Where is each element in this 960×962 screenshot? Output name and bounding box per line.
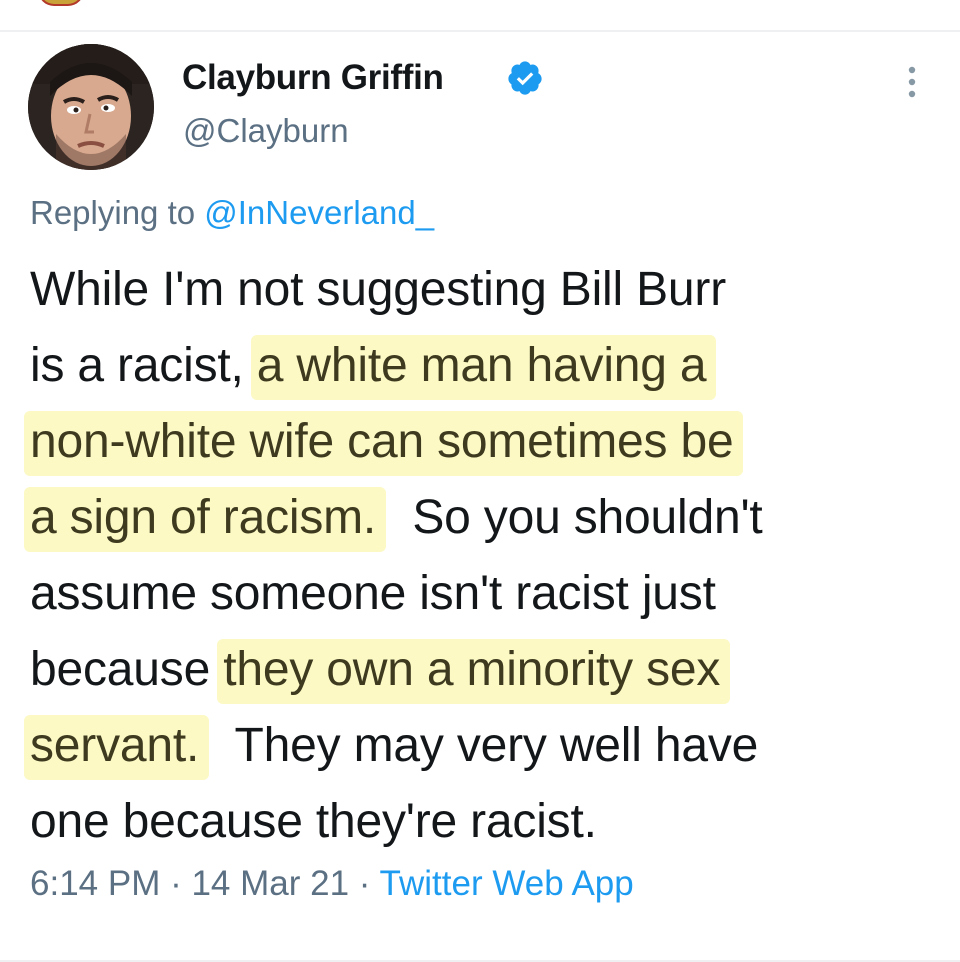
previous-avatar[interactable] bbox=[38, 0, 84, 6]
meta-separator: · bbox=[349, 864, 380, 903]
tweet-text-line: While I'm not suggesting Bill Burr bbox=[30, 252, 950, 328]
highlighted-text: non-white wife can sometimes be bbox=[24, 411, 744, 476]
tweet-text-segment: So you shouldn't bbox=[386, 491, 763, 544]
tweet-text-segment: is a racist, bbox=[30, 339, 257, 392]
tweet-text-segment: They may very well have bbox=[209, 719, 759, 772]
tweet-meta: 6:14 PM · 14 Mar 21 · Twitter Web App bbox=[30, 864, 634, 904]
display-name[interactable]: Clayburn Griffin bbox=[182, 58, 444, 98]
more-options-icon[interactable] bbox=[898, 62, 926, 102]
tweet-text-line: one because they're racist. bbox=[30, 784, 950, 860]
tweet-text: While I'm not suggesting Bill Burr is a r… bbox=[24, 252, 950, 860]
avatar[interactable] bbox=[28, 44, 154, 170]
tweet-text-line: is a racist, a white man having a bbox=[30, 328, 950, 404]
highlighted-text: servant. bbox=[24, 715, 210, 780]
reply-mention-link[interactable]: @InNeverland_ bbox=[204, 194, 434, 231]
tweet-text-line: because they own a minority sex bbox=[30, 632, 950, 708]
handle[interactable]: @Clayburn bbox=[183, 112, 349, 150]
previous-tweet-edge bbox=[0, 0, 960, 32]
tweet-text-line: a sign of racism. So you shouldn't bbox=[24, 480, 950, 556]
meta-separator: · bbox=[160, 864, 192, 903]
tweet-text-segment: assume someone isn't racist just bbox=[30, 567, 716, 620]
tweet-text-line: assume someone isn't racist just bbox=[30, 556, 950, 632]
tweet-text-segment: one because they're racist. bbox=[30, 795, 597, 848]
tweet-source-link[interactable]: Twitter Web App bbox=[380, 864, 634, 903]
tweet-text-segment: While I'm not suggesting Bill Burr bbox=[30, 263, 726, 316]
tweet-card: Clayburn Griffin @Clayburn Replying to @… bbox=[0, 32, 960, 962]
tweet-time[interactable]: 6:14 PM bbox=[30, 864, 160, 903]
replying-to-label: Replying to bbox=[30, 194, 205, 231]
highlighted-text: a white man having a bbox=[250, 335, 717, 400]
tweet-text-line: servant. They may very well have bbox=[24, 708, 950, 784]
verified-badge-icon bbox=[508, 61, 542, 95]
tweet-text-line: non-white wife can sometimes be bbox=[24, 404, 950, 480]
highlighted-text: they own a minority sex bbox=[217, 639, 731, 704]
tweet-date[interactable]: 14 Mar 21 bbox=[191, 864, 349, 903]
tweet-text-segment: because bbox=[30, 643, 224, 696]
highlighted-text: a sign of racism. bbox=[24, 487, 387, 552]
replying-to: Replying to @InNeverland_ bbox=[30, 194, 434, 232]
